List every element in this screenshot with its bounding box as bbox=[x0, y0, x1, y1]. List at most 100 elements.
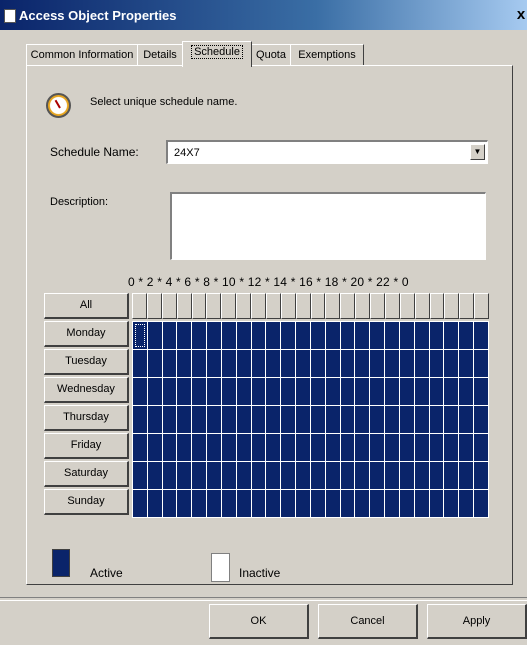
schedule-cell[interactable] bbox=[281, 406, 296, 433]
schedule-cell[interactable] bbox=[370, 462, 385, 489]
schedule-cell[interactable] bbox=[340, 490, 355, 517]
hour-header-button[interactable] bbox=[251, 293, 266, 319]
hour-header-button[interactable] bbox=[399, 293, 415, 319]
schedule-cell[interactable] bbox=[221, 462, 236, 489]
schedule-cell[interactable] bbox=[221, 378, 236, 405]
schedule-cell[interactable] bbox=[340, 406, 355, 433]
schedule-cell[interactable] bbox=[221, 434, 236, 461]
schedule-cell[interactable] bbox=[147, 490, 162, 517]
schedule-cell[interactable] bbox=[177, 462, 192, 489]
schedule-cell[interactable] bbox=[236, 434, 251, 461]
hour-header-button[interactable] bbox=[161, 293, 177, 319]
schedule-cell[interactable] bbox=[474, 406, 488, 433]
schedule-cell[interactable] bbox=[399, 434, 414, 461]
chevron-down-icon[interactable]: ▼ bbox=[470, 144, 485, 160]
schedule-cell[interactable] bbox=[355, 406, 370, 433]
schedule-cell[interactable] bbox=[385, 406, 399, 433]
schedule-cell[interactable] bbox=[310, 434, 325, 461]
day-button-saturday[interactable]: Saturday bbox=[44, 461, 129, 487]
schedule-cell[interactable] bbox=[414, 434, 429, 461]
day-button-sunday[interactable]: Sunday bbox=[44, 489, 129, 515]
schedule-cell[interactable] bbox=[296, 406, 310, 433]
hour-header-button[interactable] bbox=[176, 293, 192, 319]
hour-header-button[interactable] bbox=[191, 293, 207, 319]
schedule-cell[interactable] bbox=[325, 434, 340, 461]
schedule-cell[interactable] bbox=[414, 378, 429, 405]
schedule-cell[interactable] bbox=[147, 434, 162, 461]
schedule-cell[interactable] bbox=[147, 462, 162, 489]
schedule-cell[interactable] bbox=[474, 322, 488, 349]
schedule-cell[interactable] bbox=[385, 378, 399, 405]
schedule-cell[interactable] bbox=[399, 322, 414, 349]
hour-header-button[interactable] bbox=[370, 293, 385, 319]
schedule-cell[interactable] bbox=[355, 350, 370, 377]
schedule-cell[interactable] bbox=[192, 378, 207, 405]
hour-header-button[interactable] bbox=[132, 293, 147, 319]
schedule-cell[interactable] bbox=[221, 490, 236, 517]
schedule-cell[interactable] bbox=[296, 434, 310, 461]
schedule-cell[interactable] bbox=[251, 434, 266, 461]
schedule-cell[interactable] bbox=[251, 462, 266, 489]
schedule-cell[interactable] bbox=[385, 434, 399, 461]
schedule-cell[interactable] bbox=[147, 406, 162, 433]
schedule-cell[interactable] bbox=[459, 434, 474, 461]
schedule-cell[interactable] bbox=[399, 462, 414, 489]
schedule-cell[interactable] bbox=[281, 434, 296, 461]
schedule-cell[interactable] bbox=[429, 490, 444, 517]
hour-header-button[interactable] bbox=[429, 293, 445, 319]
schedule-cell[interactable] bbox=[133, 378, 147, 405]
schedule-cell[interactable] bbox=[207, 490, 221, 517]
schedule-cell[interactable] bbox=[162, 462, 177, 489]
hour-header-button[interactable] bbox=[459, 293, 475, 319]
tab-schedule[interactable]: Schedule bbox=[182, 41, 252, 67]
schedule-cell[interactable] bbox=[133, 406, 147, 433]
schedule-cell[interactable] bbox=[385, 462, 399, 489]
schedule-cell[interactable] bbox=[296, 322, 310, 349]
schedule-cell[interactable] bbox=[429, 378, 444, 405]
schedule-cell[interactable] bbox=[385, 350, 399, 377]
day-button-wednesday[interactable]: Wednesday bbox=[44, 377, 129, 403]
schedule-cell[interactable] bbox=[207, 350, 221, 377]
schedule-cell[interactable] bbox=[325, 490, 340, 517]
schedule-cell[interactable] bbox=[207, 378, 221, 405]
all-button[interactable]: All bbox=[44, 293, 129, 319]
hour-header-button[interactable] bbox=[236, 293, 251, 319]
schedule-cell[interactable] bbox=[444, 406, 459, 433]
schedule-cell[interactable] bbox=[133, 490, 147, 517]
schedule-cell[interactable] bbox=[236, 378, 251, 405]
schedule-cell[interactable] bbox=[340, 350, 355, 377]
hour-header-button[interactable] bbox=[280, 293, 296, 319]
schedule-cell[interactable] bbox=[429, 434, 444, 461]
schedule-cell[interactable] bbox=[192, 434, 207, 461]
day-button-friday[interactable]: Friday bbox=[44, 433, 129, 459]
schedule-cell[interactable] bbox=[370, 434, 385, 461]
schedule-cell[interactable] bbox=[251, 490, 266, 517]
hour-header-button[interactable] bbox=[295, 293, 311, 319]
tab-quota[interactable]: Quota bbox=[251, 44, 291, 66]
schedule-cell[interactable] bbox=[133, 322, 147, 349]
schedule-cell[interactable] bbox=[310, 406, 325, 433]
schedule-cell[interactable] bbox=[444, 462, 459, 489]
schedule-cell[interactable] bbox=[474, 378, 488, 405]
schedule-cell[interactable] bbox=[385, 322, 399, 349]
schedule-cell[interactable] bbox=[266, 322, 281, 349]
schedule-cell[interactable] bbox=[444, 434, 459, 461]
schedule-cell[interactable] bbox=[429, 322, 444, 349]
schedule-cell[interactable] bbox=[192, 490, 207, 517]
schedule-cell[interactable] bbox=[251, 378, 266, 405]
schedule-cell[interactable] bbox=[221, 322, 236, 349]
schedule-cell[interactable] bbox=[399, 406, 414, 433]
schedule-cell[interactable] bbox=[444, 378, 459, 405]
schedule-cell[interactable] bbox=[355, 322, 370, 349]
schedule-cell[interactable] bbox=[162, 378, 177, 405]
schedule-cell[interactable] bbox=[296, 378, 310, 405]
schedule-cell[interactable] bbox=[310, 490, 325, 517]
schedule-cell[interactable] bbox=[162, 434, 177, 461]
schedule-cell[interactable] bbox=[370, 322, 385, 349]
schedule-cell[interactable] bbox=[459, 406, 474, 433]
schedule-cell[interactable] bbox=[340, 434, 355, 461]
schedule-cell[interactable] bbox=[310, 462, 325, 489]
schedule-cell[interactable] bbox=[147, 350, 162, 377]
schedule-cell[interactable] bbox=[221, 406, 236, 433]
tab-common-information[interactable]: Common Information bbox=[26, 44, 138, 66]
